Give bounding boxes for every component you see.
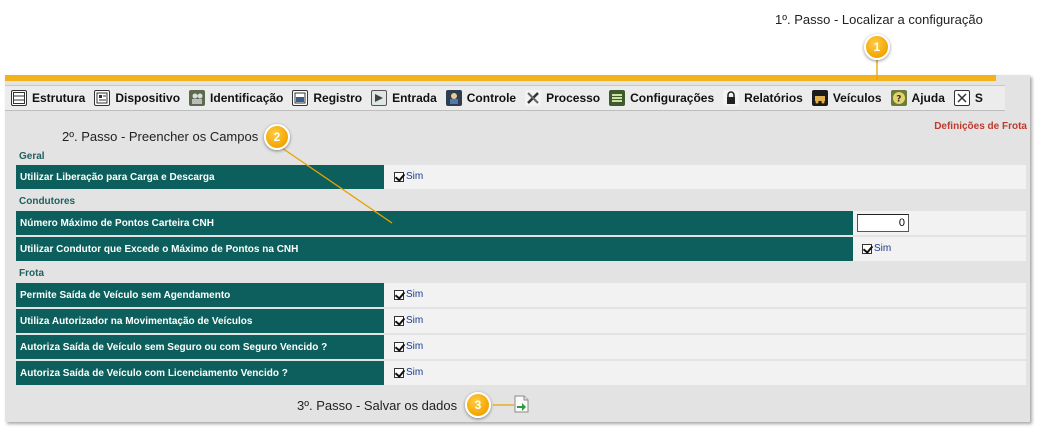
licenciamento-checkbox[interactable] — [394, 367, 404, 378]
application-window: Estrutura Dispositivo Identificação Regi… — [5, 75, 1030, 422]
menu-label: Processo — [546, 91, 601, 105]
section-condutores: Condutores — [19, 196, 76, 207]
step1-annotation: 1º. Passo - Localizar a configuração — [775, 12, 983, 27]
menu-processo[interactable]: Processo — [525, 90, 600, 106]
row-liberacao-carga: Utilizar Liberação para Carga e Descarga… — [16, 165, 1026, 189]
menu-label: Veículos — [832, 91, 882, 105]
menu-ajuda[interactable]: ? Ajuda — [890, 90, 945, 106]
menu-label: Entrada — [392, 91, 437, 105]
menu-estrutura[interactable]: Estrutura — [11, 90, 85, 106]
saida-sem-agendamento-checkbox-group: Sim — [394, 289, 423, 300]
checkbox-label: Sim — [406, 289, 424, 300]
field-label: Utiliza Autorizador na Movimentação de V… — [16, 309, 384, 333]
condutor-excede-checkbox[interactable] — [862, 243, 872, 254]
save-icon[interactable] — [512, 395, 530, 413]
liberacao-checkbox[interactable] — [394, 171, 404, 182]
row-sem-seguro: Autoriza Saída de Veículo sem Seguro ou … — [16, 335, 1026, 359]
table-icon — [11, 90, 27, 106]
device-icon — [94, 90, 111, 106]
entry-icon — [371, 90, 388, 106]
page-title: Definições de Frota — [934, 121, 1027, 132]
field-label: Autoriza Saída de Veículo com Licenciame… — [16, 361, 384, 385]
checkbox-label: Sim — [874, 243, 892, 254]
field-label: Utilizar Liberação para Carga e Descarga — [16, 165, 384, 189]
help-icon: ? — [890, 90, 907, 106]
menu-configuracoes[interactable]: Configurações — [609, 90, 714, 106]
step2-badge: 2 — [264, 124, 290, 150]
row-autorizador: Utiliza Autorizador na Movimentação de V… — [16, 309, 1026, 333]
sem-seguro-checkbox[interactable] — [394, 341, 404, 352]
menu-label: Controle — [466, 91, 517, 105]
menu-label: Configurações — [630, 91, 715, 105]
checkbox-label: Sim — [406, 171, 424, 182]
register-icon — [292, 90, 309, 106]
people-icon — [189, 90, 206, 106]
svg-text:?: ? — [896, 95, 901, 105]
menu-dispositivo[interactable]: Dispositivo — [94, 90, 180, 106]
autorizador-checkbox[interactable] — [394, 315, 404, 326]
field-label: Utilizar Condutor que Excede o Máximo de… — [16, 237, 853, 261]
vehicle-icon — [811, 90, 828, 106]
field-label: Permite Saída de Veículo sem Agendamento — [16, 283, 384, 307]
menu-registro[interactable]: Registro — [292, 90, 362, 106]
step3-annotation: 3º. Passo - Salvar os dados — [297, 398, 458, 413]
row-max-pontos: Número Máximo de Pontos Carteira CNH — [16, 211, 1026, 235]
licenciamento-checkbox-group: Sim — [394, 367, 423, 378]
section-frota: Frota — [19, 268, 44, 279]
menu-identificacao[interactable]: Identificação — [189, 90, 283, 106]
menu-label: Dispositivo — [115, 91, 181, 105]
section-geral: Geral — [19, 151, 45, 162]
menu-label: Registro — [313, 91, 363, 105]
step1-badge: 1 — [864, 34, 890, 60]
row-saida-sem-agendamento: Permite Saída de Veículo sem Agendamento… — [16, 283, 1026, 307]
checkbox-label: Sim — [406, 341, 424, 352]
row-licenciamento: Autoriza Saída de Veículo com Licenciame… — [16, 361, 1026, 385]
control-icon — [445, 90, 462, 106]
row-condutor-excede: Utilizar Condutor que Excede o Máximo de… — [16, 237, 1026, 261]
field-label: Autoriza Saída de Veículo sem Seguro ou … — [16, 335, 384, 359]
main-menubar: Estrutura Dispositivo Identificação Regi… — [5, 85, 1005, 111]
menu-label: Relatórios — [744, 91, 803, 105]
lock-icon — [723, 90, 740, 106]
menu-relatorios[interactable]: Relatórios — [723, 90, 803, 106]
liberacao-checkbox-group: Sim — [394, 171, 423, 182]
field-label: Número Máximo de Pontos Carteira CNH — [16, 211, 853, 235]
accent-bar — [5, 75, 996, 81]
step3-badge: 3 — [465, 392, 491, 418]
checkbox-label: Sim — [406, 367, 424, 378]
exit-icon — [953, 90, 970, 106]
checkbox-label: Sim — [406, 315, 424, 326]
menu-controle[interactable]: Controle — [445, 90, 517, 106]
step2-annotation: 2º. Passo - Preencher os Campos — [62, 129, 259, 144]
menu-sair[interactable]: S — [953, 90, 983, 106]
sem-seguro-checkbox-group: Sim — [394, 341, 423, 352]
menu-veiculos[interactable]: Veículos — [811, 90, 882, 106]
saida-sem-agendamento-checkbox[interactable] — [394, 289, 404, 300]
menu-label: Estrutura — [32, 91, 86, 105]
tools-icon — [525, 90, 542, 106]
menu-entrada[interactable]: Entrada — [371, 90, 437, 106]
autorizador-checkbox-group: Sim — [394, 315, 423, 326]
menu-label: S — [974, 91, 983, 105]
settings-icon — [609, 90, 626, 106]
menu-label: Ajuda — [911, 91, 945, 105]
condutor-excede-checkbox-group: Sim — [862, 243, 891, 254]
max-pontos-input[interactable] — [857, 214, 909, 232]
menu-label: Identificação — [210, 91, 284, 105]
